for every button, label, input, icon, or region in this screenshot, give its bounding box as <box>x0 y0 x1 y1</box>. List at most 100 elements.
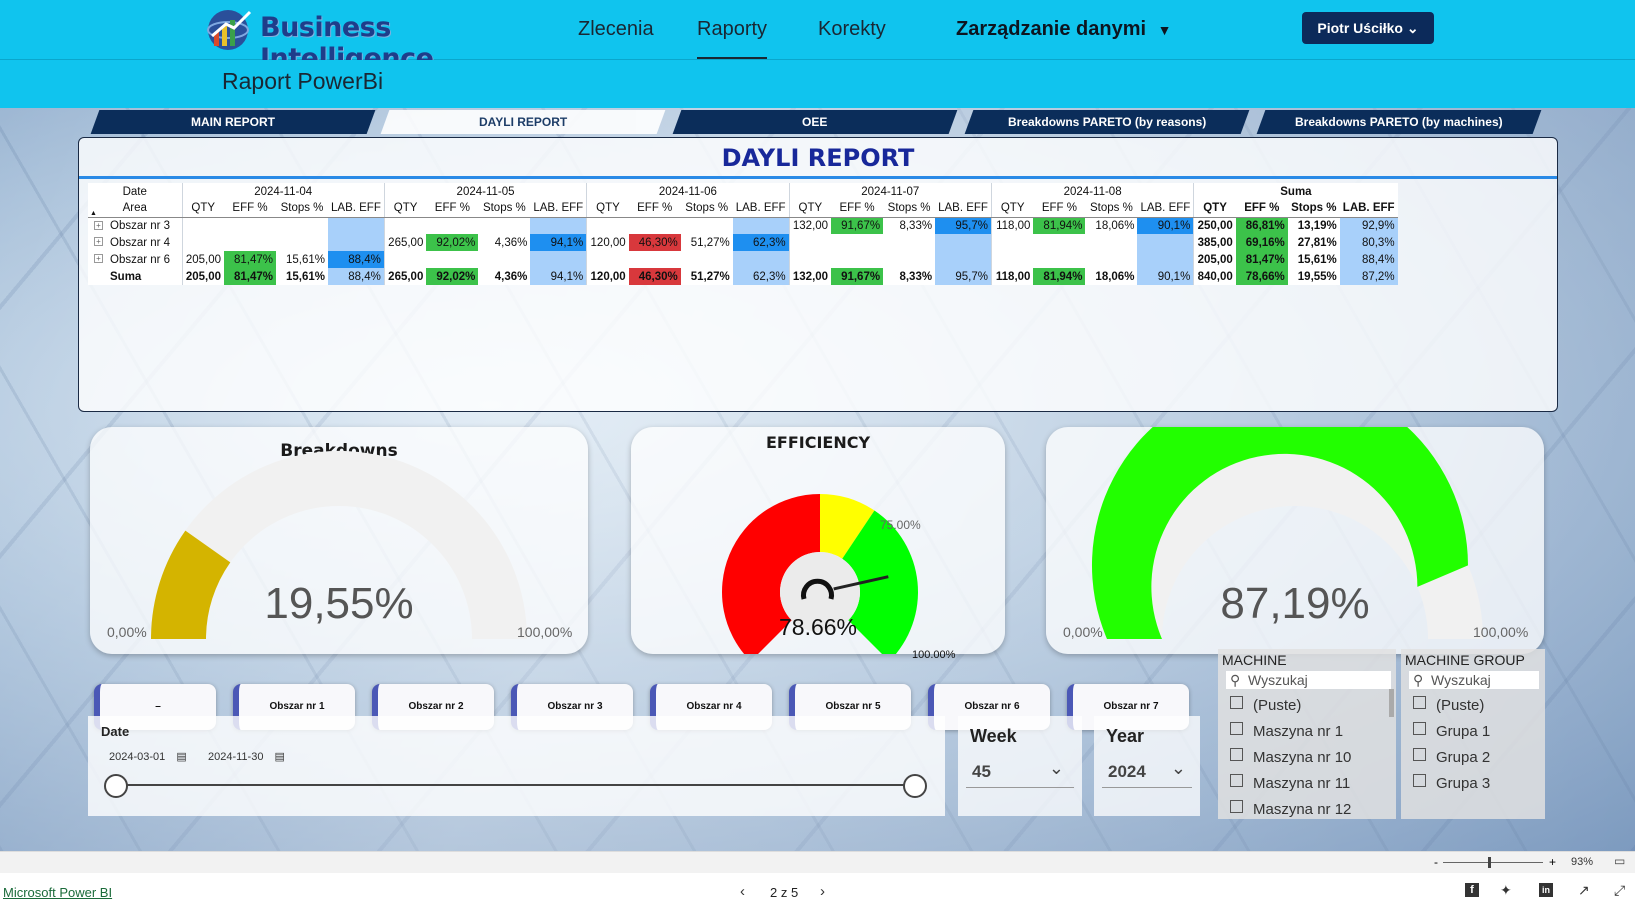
date-header[interactable]: 2024-11-06 <box>586 183 790 200</box>
total-header[interactable]: Suma <box>1193 183 1398 200</box>
table-row: + Obszar nr 3 132,00 91,67% 8,33% 95,7% 118,00… <box>88 217 1398 234</box>
checkbox[interactable] <box>1413 721 1426 735</box>
sort-arrow-icon: ▲ <box>90 210 97 217</box>
metric-header[interactable]: QTY <box>1193 200 1236 218</box>
date-range-end-handle[interactable] <box>903 774 927 798</box>
zoom-out-button[interactable]: - <box>1434 855 1438 869</box>
machine-option-label: Maszyna nr 12 <box>1253 801 1352 818</box>
scrollbar[interactable] <box>1389 689 1394 717</box>
machine-option[interactable]: (Puste) <box>1230 695 1301 714</box>
machine-option[interactable]: Maszyna nr 11 <box>1230 773 1350 792</box>
machine-group-option[interactable]: Grupa 1 <box>1413 721 1490 740</box>
date-header[interactable]: 2024-11-07 <box>788 183 992 200</box>
checkbox[interactable] <box>1230 721 1243 735</box>
metric-header[interactable]: Stops % <box>478 200 531 218</box>
nav-reports[interactable]: Raporty <box>697 18 768 59</box>
metric-header[interactable]: EFF % <box>628 200 681 218</box>
metric-header[interactable]: Stops % <box>276 200 328 218</box>
twitter-icon[interactable]: ✦ <box>1500 882 1512 899</box>
checkbox[interactable] <box>1230 695 1243 709</box>
metric-header[interactable]: Stops % <box>1287 200 1340 218</box>
checkbox[interactable] <box>1230 773 1243 787</box>
facebook-icon[interactable]: f <box>1465 883 1479 897</box>
matrix-cell <box>1033 251 1085 268</box>
machine-group-option[interactable]: Grupa 3 <box>1413 773 1490 792</box>
metric-header[interactable]: LAB. EFF <box>328 200 385 218</box>
year-dropdown[interactable]: 2024 ⌄ <box>1102 752 1192 788</box>
metric-header[interactable]: QTY <box>181 200 224 218</box>
metric-header[interactable]: LAB. EFF <box>1137 200 1194 218</box>
metric-header[interactable]: QTY <box>990 200 1034 218</box>
tab-dayli-report[interactable]: DAYLI REPORT <box>380 110 666 134</box>
metric-header[interactable]: EFF % <box>224 200 276 218</box>
date-start-field[interactable]: 2024-03-01 ▤ <box>109 750 187 763</box>
prev-page-icon[interactable]: ‹ <box>740 883 745 900</box>
tab-main-report[interactable]: MAIN REPORT <box>90 110 376 134</box>
expand-icon[interactable]: + <box>94 237 103 246</box>
fullscreen-icon[interactable]: ⤢ <box>1614 882 1625 899</box>
matrix-cell <box>426 251 478 268</box>
metric-header[interactable]: EFF % <box>1033 200 1086 218</box>
metric-header[interactable]: EFF % <box>831 200 884 218</box>
calendar-icon[interactable]: ▤ <box>176 751 186 763</box>
date-header[interactable]: 2024-11-05 <box>383 183 587 200</box>
metric-header[interactable]: QTY <box>586 200 629 218</box>
machine-group-option[interactable]: (Puste) <box>1413 695 1484 714</box>
date-header[interactable]: 2024-11-04 <box>181 183 385 200</box>
week-slicer: Week 45 ⌄ <box>958 716 1082 816</box>
machine-option[interactable]: Maszyna nr 12 <box>1230 799 1352 818</box>
metric-header[interactable]: QTY <box>788 200 832 218</box>
zoom-slider-track[interactable] <box>1443 862 1543 863</box>
linkedin-icon[interactable]: in <box>1539 883 1553 897</box>
expand-icon[interactable]: + <box>94 254 103 263</box>
tab-oee[interactable]: OEE <box>672 110 958 134</box>
metric-header[interactable]: Stops % <box>883 200 936 218</box>
brand-logo[interactable]: Business Intelligence <box>204 6 530 74</box>
share-icon[interactable]: ↗ <box>1578 882 1590 899</box>
machine-option-label: Maszyna nr 10 <box>1253 749 1352 766</box>
area-cell[interactable]: + Obszar nr 3 <box>88 217 182 234</box>
metric-header[interactable]: LAB. EFF <box>530 200 587 218</box>
nav-corrections[interactable]: Korekty <box>818 18 886 41</box>
calendar-icon[interactable]: ▤ <box>275 751 285 763</box>
powerbi-link[interactable]: Microsoft Power BI <box>3 885 112 900</box>
zoom-slider-handle[interactable] <box>1488 857 1491 868</box>
week-dropdown[interactable]: 45 ⌄ <box>966 752 1074 788</box>
checkbox[interactable] <box>1230 747 1243 761</box>
tab-pareto-machines[interactable]: Breakdowns PARETO (by machines) <box>1256 110 1542 134</box>
area-column-label[interactable]: Area ▲ <box>88 200 182 218</box>
metric-header[interactable]: LAB. EFF <box>1339 200 1398 218</box>
metric-header[interactable]: LAB. EFF <box>935 200 992 218</box>
metric-header[interactable]: QTY <box>383 200 427 218</box>
area-cell[interactable]: + Obszar nr 6 <box>88 251 182 268</box>
metric-header[interactable]: Stops % <box>1085 200 1138 218</box>
gauge-min-label: 0,00% <box>107 624 147 640</box>
area-cell[interactable]: + Obszar nr 4 <box>88 234 182 251</box>
machine-option[interactable]: Maszyna nr 1 <box>1230 721 1343 740</box>
fit-page-icon[interactable]: ▭ <box>1614 854 1625 868</box>
nav-orders[interactable]: Zlecenia <box>578 18 654 41</box>
date-range-start-handle[interactable] <box>104 774 128 798</box>
zoom-in-button[interactable]: + <box>1549 855 1556 869</box>
checkbox[interactable] <box>1413 695 1426 709</box>
date-end-field[interactable]: 2024-11-30 ▤ <box>208 750 285 763</box>
metric-header[interactable]: EFF % <box>1235 200 1288 218</box>
metric-header[interactable]: Stops % <box>680 200 733 218</box>
matrix-cell: 18,06% <box>1095 219 1135 232</box>
machine-group-search-input[interactable]: ⚲ Wyszukaj <box>1409 671 1539 689</box>
metric-header[interactable]: LAB. EFF <box>732 200 790 218</box>
next-page-icon[interactable]: › <box>820 883 825 900</box>
metric-header[interactable]: EFF % <box>426 200 479 218</box>
machine-option[interactable]: Maszyna nr 10 <box>1230 747 1352 766</box>
matrix-cell <box>990 251 1034 268</box>
checkbox[interactable] <box>1230 799 1243 813</box>
tab-pareto-reasons[interactable]: Breakdowns PARETO (by reasons) <box>964 110 1250 134</box>
user-menu-button[interactable]: Piotr Uściłko ⌄ <box>1302 12 1434 44</box>
checkbox[interactable] <box>1413 773 1426 787</box>
machine-search-input[interactable]: ⚲ Wyszukaj <box>1226 671 1391 689</box>
nav-data-management[interactable]: Zarządzanie danymi ▼ <box>956 18 1171 41</box>
expand-icon[interactable]: + <box>94 220 103 230</box>
date-header[interactable]: 2024-11-08 <box>990 183 1194 200</box>
machine-group-option[interactable]: Grupa 2 <box>1413 747 1490 766</box>
checkbox[interactable] <box>1413 747 1426 761</box>
